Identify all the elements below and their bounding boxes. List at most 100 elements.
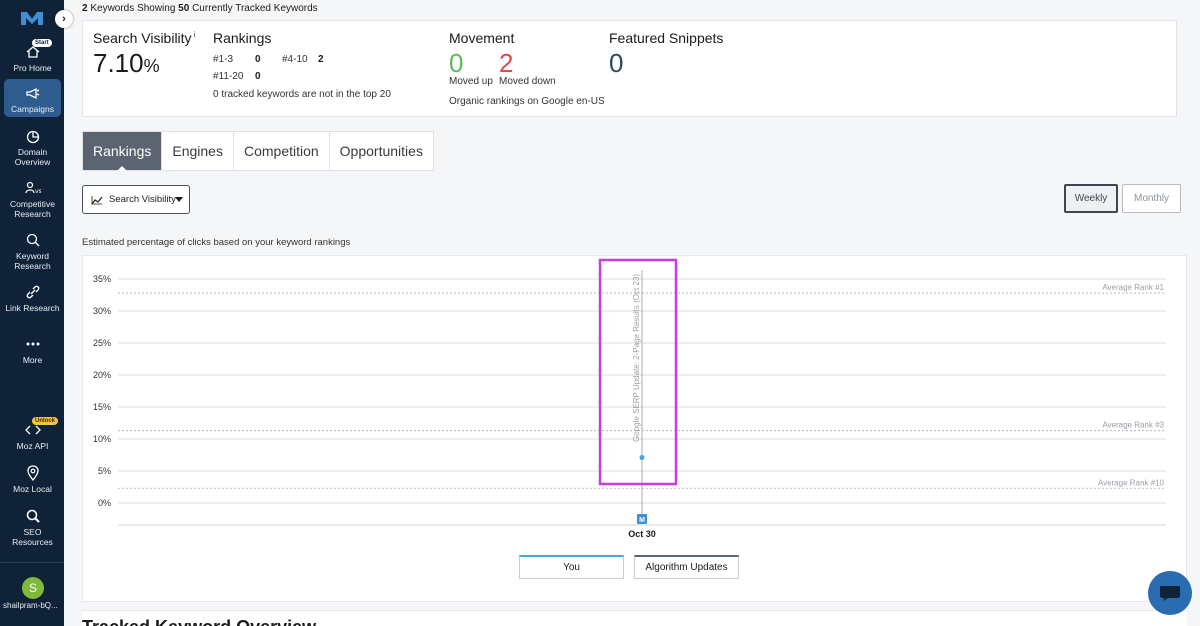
line-chart-icon [91, 195, 103, 204]
moved-down-value: 2 [499, 48, 514, 78]
sidebar-item-seo-resources[interactable]: SEO Resources [4, 508, 61, 547]
tab-competition[interactable]: Competition [234, 132, 330, 170]
featured-snippets-title: Featured Snippets [609, 30, 724, 46]
sidebar-item-label: Link Research [5, 303, 60, 313]
metric-dropdown-label: Search Visibility [109, 194, 176, 205]
moved-down-label: Moved down [499, 76, 556, 87]
sidebar-item-label: More [22, 355, 43, 365]
y-tick-label: 35% [93, 274, 111, 284]
tracked-keyword-overview-title: Tracked Keyword Overview [82, 617, 316, 626]
chart-caption: Estimated percentage of clicks based on … [82, 237, 351, 248]
legend-algorithm-updates[interactable]: Algorithm Updates [634, 555, 739, 579]
sidebar-item-label: Campaigns [11, 104, 54, 114]
sidebar-item-campaigns[interactable]: Campaigns [4, 79, 61, 117]
reference-line-label: Average Rank #10 [1098, 478, 1165, 487]
visibility-chart[interactable]: 35% 30% 25% 20% 15% 10% 5% 0% Average Rank #1 Ave… [83, 256, 1188, 603]
y-tick-label: 0% [98, 498, 111, 508]
tab-rankings[interactable]: Rankings [83, 132, 163, 171]
sidebar-item-label: Competitive Research [10, 199, 55, 219]
x-tick-label: Oct 30 [628, 529, 656, 539]
tab-bar: Rankings Engines Competition Opportuniti… [82, 131, 434, 171]
tracked-count: 50 [178, 3, 190, 14]
search-visibility-title: Search Visibility i [93, 30, 195, 46]
chevron-down-icon [175, 197, 183, 202]
movement-title: Movement [449, 30, 515, 46]
magnifier-icon [26, 509, 40, 523]
y-tick-label: 15% [93, 402, 111, 412]
moved-up-value: 0 [449, 48, 464, 78]
legend-you-label: You [563, 562, 580, 573]
sidebar-item-domain-overview[interactable]: Domain Overview [4, 128, 61, 167]
y-tick-label: 20% [93, 370, 111, 380]
data-point-you [639, 455, 645, 461]
chat-icon [1160, 586, 1180, 601]
moved-up-label: Moved up [449, 76, 493, 87]
featured-snippets-value: 0 [609, 48, 624, 78]
avatar[interactable]: S [22, 577, 44, 599]
rank-1-3-label: #1-3 [213, 54, 234, 65]
sidebar-item-pro-home[interactable]: Start Pro Home [4, 39, 61, 73]
sidebar-item-label: Moz API [16, 441, 49, 451]
rankings-note: 0 tracked keywords are not in the top 20 [213, 89, 391, 100]
reference-line-label: Average Rank #1 [1102, 283, 1164, 292]
pin-icon [26, 465, 39, 481]
keyword-text-2: Currently Tracked Keywords [189, 3, 318, 14]
search-visibility-value: 7.10% [93, 48, 160, 79]
keyword-count-line: 2 Keywords Showing 50 Currently Tracked … [82, 3, 318, 14]
y-tick-label: 30% [93, 306, 111, 316]
unlock-badge: Unlock [32, 417, 59, 425]
algorithm-update-annotation: Google SERP Update: 2-Page Results (Oct … [632, 274, 641, 442]
movement-note: Organic rankings on Google en-US [449, 96, 605, 107]
rankings-title: Rankings [213, 30, 272, 46]
tab-engines[interactable]: Engines [162, 132, 234, 170]
keyword-text-1: Keywords Showing [87, 3, 179, 14]
megaphone-icon [25, 87, 39, 100]
legend-algorithm-label: Algorithm Updates [645, 562, 728, 573]
rank-4-10-label: #4-10 [282, 54, 308, 65]
tab-opportunities[interactable]: Opportunities [330, 132, 433, 170]
rank-4-10-value: 2 [318, 54, 324, 65]
rank-1-3-value: 0 [255, 54, 261, 65]
visibility-number: 7.10 [93, 48, 144, 78]
y-tick-label: 10% [93, 434, 111, 444]
monthly-button[interactable]: Monthly [1122, 184, 1181, 213]
sidebar-item-keyword-research[interactable]: Keyword Research [4, 232, 61, 271]
weekly-button[interactable]: Weekly [1064, 184, 1118, 213]
info-icon[interactable]: i [194, 32, 196, 39]
chart-card: 35% 30% 25% 20% 15% 10% 5% 0% Average Rank #1 Ave… [82, 255, 1187, 602]
sidebar-item-more[interactable]: More [4, 336, 61, 365]
summary-card: Search Visibility i 7.10% Rankings #1-3 0… [82, 20, 1177, 117]
visibility-unit: % [143, 56, 160, 76]
sidebar-item-link-research[interactable]: Link Research [4, 284, 61, 313]
sidebar-item-competitive-research[interactable]: vs Competitive Research [4, 180, 61, 219]
rank-11-20-value: 0 [255, 71, 261, 82]
search-visibility-title-text: Search Visibility [93, 30, 192, 46]
sidebar-item-label: Domain Overview [14, 147, 51, 167]
collapse-sidebar-button[interactable]: › [55, 10, 73, 28]
sidebar-item-label: Pro Home [13, 63, 52, 73]
y-tick-label: 25% [93, 338, 111, 348]
users-vs-icon: vs [24, 181, 41, 195]
sidebar-item-label: Keyword Research [14, 251, 51, 271]
svg-text:vs: vs [35, 188, 41, 195]
legend-you[interactable]: You [519, 555, 624, 579]
chat-button[interactable] [1148, 571, 1192, 615]
rank-11-20-label: #11-20 [213, 71, 244, 82]
sidebar: Start Pro Home Campaigns Domain Overview… [0, 0, 64, 626]
dots-icon [26, 342, 39, 346]
moz-logo[interactable] [20, 10, 44, 26]
sidebar-item-label: SEO Resources [12, 527, 53, 547]
reference-line-label: Average Rank #3 [1102, 421, 1164, 430]
sidebar-divider [0, 562, 64, 563]
sidebar-item-label: Moz Local [13, 484, 52, 494]
marker-glyph: M [639, 517, 645, 524]
user-name[interactable]: shailpram-bQ... [3, 601, 63, 610]
sidebar-item-moz-local[interactable]: Moz Local [4, 465, 61, 494]
link-icon [26, 285, 39, 299]
y-tick-label: 5% [98, 466, 111, 476]
start-badge: Start [32, 39, 52, 47]
sidebar-item-moz-api[interactable]: Unlock Moz API [4, 417, 61, 451]
metric-dropdown[interactable]: Search Visibility [82, 185, 190, 214]
pie-chart-icon [26, 130, 39, 144]
search-icon [26, 233, 40, 247]
